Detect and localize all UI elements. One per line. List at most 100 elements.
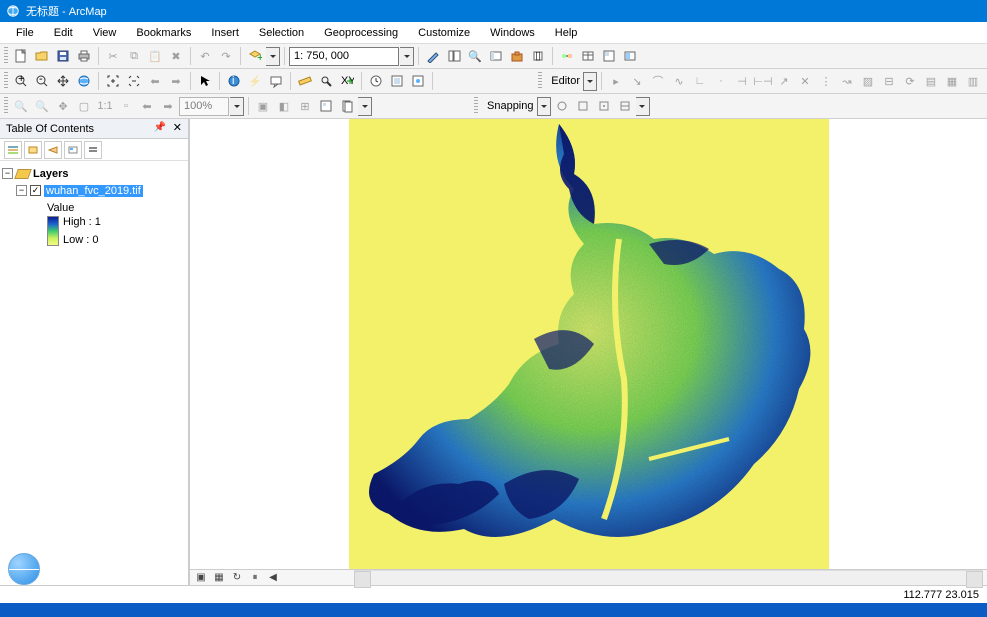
catalog-icon[interactable] — [444, 46, 464, 66]
pause-drawing-button[interactable]: ⏸ — [248, 571, 262, 585]
dd-pages-dropdown[interactable] — [358, 97, 372, 116]
edit-reshape-button[interactable]: ↝ — [837, 71, 857, 91]
edit-distance-button[interactable]: ⊢⊣ — [753, 71, 773, 91]
edit-attributes-button[interactable]: ▤ — [921, 71, 941, 91]
open-button[interactable] — [32, 46, 52, 66]
layout-zoom-dropdown[interactable] — [230, 97, 244, 116]
save-button[interactable] — [53, 46, 73, 66]
edit-split-button[interactable]: ⊟ — [879, 71, 899, 91]
select-elements-button[interactable] — [195, 71, 215, 91]
menu-customize[interactable]: Customize — [408, 25, 480, 41]
focus-data-frame-button[interactable]: ◧ — [274, 96, 294, 116]
menu-geoprocessing[interactable]: Geoprocessing — [314, 25, 408, 41]
identify-button[interactable]: i — [224, 71, 244, 91]
step-back-button[interactable]: ◀ — [266, 571, 280, 585]
snap-point-button[interactable] — [552, 96, 572, 116]
zoom-in-button[interactable]: + — [11, 71, 31, 91]
edit-end-button[interactable]: ⊣ — [732, 71, 752, 91]
redo-button[interactable]: ↷ — [216, 46, 236, 66]
snap-edge-button[interactable] — [615, 96, 635, 116]
new-doc-button[interactable] — [11, 46, 31, 66]
windows-taskbar[interactable] — [0, 603, 987, 617]
toolbox-button[interactable] — [507, 46, 527, 66]
python-button[interactable]: ▯ — [528, 46, 548, 66]
pin-icon[interactable]: 📌 — [154, 122, 166, 133]
layout-zoom-input[interactable] — [179, 97, 229, 116]
menu-edit[interactable]: Edit — [44, 25, 83, 41]
map-scale-input[interactable] — [289, 47, 399, 66]
list-by-source-button[interactable] — [24, 141, 42, 159]
map-scale-dropdown[interactable] — [400, 47, 414, 66]
zoom-out-button[interactable]: - — [32, 71, 52, 91]
find-button[interactable] — [316, 71, 336, 91]
layout-50-button[interactable]: ▫ — [116, 96, 136, 116]
editor-label[interactable]: Editor — [545, 75, 582, 87]
add-data-dropdown[interactable] — [266, 47, 280, 66]
menu-windows[interactable]: Windows — [480, 25, 545, 41]
paste-button[interactable]: 📋 — [145, 46, 165, 66]
toggle-draft-button[interactable]: ▣ — [253, 96, 273, 116]
list-by-visibility-button[interactable] — [44, 141, 62, 159]
copy-button[interactable]: ⧉ — [124, 46, 144, 66]
minus-icon[interactable]: − — [2, 168, 13, 179]
go-back-button[interactable]: ⬅ — [145, 71, 165, 91]
hyperlink-button[interactable]: ⚡ — [245, 71, 265, 91]
snapping-label[interactable]: Snapping — [481, 100, 536, 112]
refresh-view-button[interactable]: ↻ — [230, 571, 244, 585]
edit-straight-button[interactable]: ↘ — [627, 71, 647, 91]
toolbar-grip-icon[interactable] — [474, 97, 478, 115]
time-slider-button[interactable] — [366, 71, 386, 91]
editor-toolbar-button[interactable] — [423, 46, 443, 66]
close-icon[interactable]: ✕ — [173, 121, 182, 134]
menu-view[interactable]: View — [83, 25, 127, 41]
layer-row[interactable]: − ✓ wuhan_fvc_2019.tif — [2, 182, 186, 199]
menu-file[interactable]: File — [6, 25, 44, 41]
edit-create-features-button[interactable]: ▥ — [963, 71, 983, 91]
edit-right-angle-button[interactable]: ∟ — [690, 71, 710, 91]
cut-button[interactable]: ✂ — [103, 46, 123, 66]
add-data-button[interactable]: + — [245, 46, 265, 66]
snapping-dropdown[interactable] — [537, 97, 551, 116]
print-button[interactable] — [74, 46, 94, 66]
edit-sketch-button[interactable]: ▦ — [942, 71, 962, 91]
toolbar-grip-icon[interactable] — [538, 72, 542, 90]
edit-cut-polygons-button[interactable]: ▨ — [858, 71, 878, 91]
go-to-xy-button[interactable]: XY — [337, 71, 357, 91]
edit-midpoint-button[interactable]: · — [711, 71, 731, 91]
toc-options-button[interactable] — [84, 141, 102, 159]
table-button[interactable] — [578, 46, 598, 66]
editor-dropdown[interactable] — [583, 72, 597, 91]
overview-button[interactable] — [408, 71, 428, 91]
undo-button[interactable]: ↶ — [195, 46, 215, 66]
layout-zoom-out-button[interactable]: 🔍 — [32, 96, 52, 116]
snap-end-button[interactable] — [573, 96, 593, 116]
list-by-drawing-order-button[interactable] — [4, 141, 22, 159]
menu-selection[interactable]: Selection — [249, 25, 314, 41]
measure-button[interactable] — [295, 71, 315, 91]
data-view-button[interactable]: ▣ — [194, 571, 208, 585]
minus-icon[interactable]: − — [16, 185, 27, 196]
layout-back-button[interactable]: ⬅ — [137, 96, 157, 116]
edit-intersection-button[interactable]: ✕ — [795, 71, 815, 91]
change-layout-button[interactable]: ⊞ — [295, 96, 315, 116]
edit-rotate-button[interactable]: ⟳ — [900, 71, 920, 91]
snap-vertex-button[interactable] — [594, 96, 614, 116]
layers-root-row[interactable]: − Layers — [2, 165, 186, 182]
edit-direction-button[interactable]: ↗ — [774, 71, 794, 91]
delete-button[interactable]: ✖ — [166, 46, 186, 66]
edit-tool-button[interactable]: ▸ — [606, 71, 626, 91]
refresh-button[interactable] — [620, 46, 640, 66]
list-by-selection-button[interactable] — [64, 141, 82, 159]
arc-catalog-button[interactable] — [486, 46, 506, 66]
edit-arc-button[interactable]: ⌒ — [648, 71, 668, 91]
full-extent-button[interactable] — [74, 71, 94, 91]
fixed-zoom-in-button[interactable] — [103, 71, 123, 91]
snap-options-dropdown[interactable] — [636, 97, 650, 116]
go-forward-button[interactable]: ➡ — [166, 71, 186, 91]
fixed-zoom-out-button[interactable] — [124, 71, 144, 91]
layout-forward-button[interactable]: ➡ — [158, 96, 178, 116]
edit-trace-button[interactable]: ∿ — [669, 71, 689, 91]
horizontal-scrollbar[interactable] — [354, 570, 983, 585]
pan-button[interactable] — [53, 71, 73, 91]
layer-checkbox[interactable]: ✓ — [30, 185, 41, 196]
